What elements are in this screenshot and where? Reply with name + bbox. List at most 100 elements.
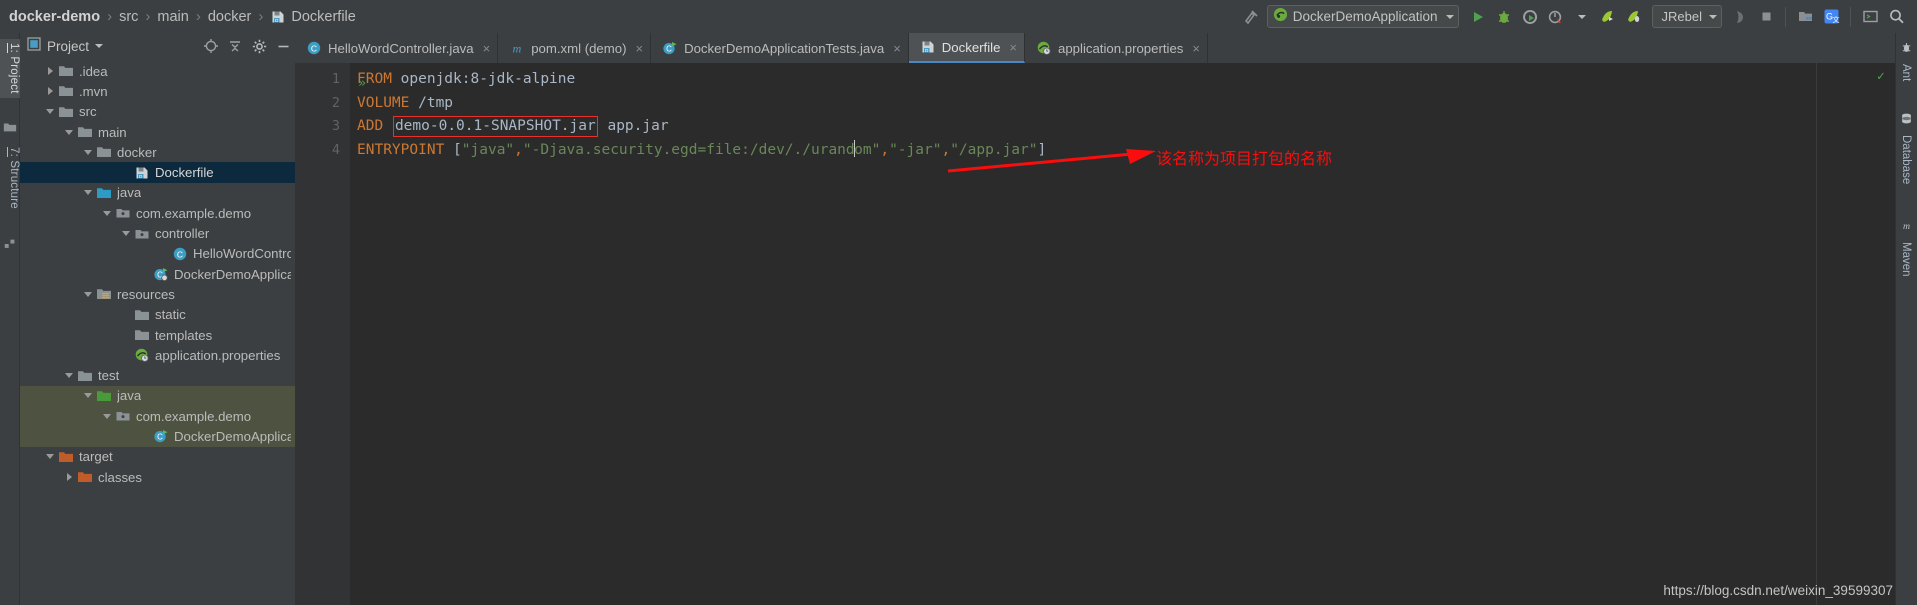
tool-tab-number: 7: <box>8 147 20 157</box>
close-icon[interactable]: × <box>483 41 491 56</box>
chevron-down-icon[interactable] <box>1709 14 1717 19</box>
tree-node-static[interactable]: static <box>20 305 295 325</box>
code-editor[interactable]: 1» 2 3 4 FROM openjdk:8-jdk-alpine VOLUME /t… <box>295 63 1895 605</box>
terminal-icon[interactable] <box>1857 4 1883 30</box>
locate-icon[interactable] <box>199 35 223 57</box>
collapse-all-icon[interactable] <box>223 35 247 57</box>
close-icon[interactable]: × <box>1192 41 1200 56</box>
left-tool-tab-structure[interactable]: 7: Structure <box>0 143 20 213</box>
tree-down-arrow-icon[interactable] <box>102 411 113 422</box>
update-app-icon[interactable] <box>1727 4 1753 30</box>
tree-down-arrow-icon[interactable] <box>83 289 94 300</box>
right-tool-tab-database[interactable]: Database <box>1895 130 1917 189</box>
tree-node--idea[interactable]: .idea <box>20 61 295 81</box>
tree-node-target[interactable]: target <box>20 447 295 467</box>
tool-tab-label: Ant <box>1900 64 1912 82</box>
code-line[interactable]: VOLUME /tmp <box>357 92 1872 116</box>
tree-down-arrow-icon[interactable] <box>102 208 113 219</box>
breadcrumb-item-main[interactable]: main <box>157 9 188 25</box>
editor-tab-hellowordcontroller-java[interactable]: C HelloWordController.java × <box>295 33 499 63</box>
tree-down-arrow-icon[interactable] <box>83 390 94 401</box>
settings-gear-icon[interactable] <box>247 35 271 57</box>
inspection-gutter[interactable]: ✓ <box>1872 63 1895 605</box>
tree-node-docker[interactable]: docker <box>20 142 295 162</box>
close-icon[interactable]: × <box>893 41 901 56</box>
profiler-icon[interactable] <box>1543 4 1569 30</box>
code-token: VOLUME <box>357 94 410 111</box>
translate-icon[interactable]: G文 <box>1818 4 1844 30</box>
stop-icon[interactable] <box>1753 4 1779 30</box>
code-line[interactable]: ADD demo-0.0.1-SNAPSHOT.jar app.jar <box>357 115 1872 139</box>
right-tool-tab-maven[interactable]: Maven <box>1895 237 1917 282</box>
tree-node-label: docker <box>117 144 157 160</box>
breadcrumb-item-src[interactable]: src <box>119 9 138 25</box>
code-token: [ <box>444 141 462 158</box>
tree-node-dockerdemoapplicationt[interactable]: C DockerDemoApplicationT <box>20 426 295 447</box>
tree-node-test[interactable]: test <box>20 365 295 385</box>
code-content[interactable]: FROM openjdk:8-jdk-alpine VOLUME /tmp ADD … <box>350 63 1872 605</box>
tree-right-arrow-icon[interactable] <box>64 472 75 483</box>
close-icon[interactable]: × <box>635 41 643 56</box>
tree-down-arrow-icon[interactable] <box>64 127 75 138</box>
tree-node-application-properties[interactable]: application.properties <box>20 345 295 365</box>
code-token: app.jar <box>598 118 669 134</box>
tree-node-hellowordcontroller[interactable]: C HelloWordController <box>20 244 295 264</box>
editor-tab-dockerdemoapplicationtests-java[interactable]: C DockerDemoApplicationTests.java × <box>651 33 909 63</box>
chevron-down-icon[interactable] <box>1445 14 1454 19</box>
chevron-down-icon[interactable] <box>95 44 104 48</box>
run-icon[interactable] <box>1465 4 1491 30</box>
project-structure-icon[interactable] <box>1792 4 1818 30</box>
tree-node-controller[interactable]: controller <box>20 223 295 243</box>
debug-icon[interactable] <box>1491 4 1517 30</box>
right-tool-tab-ant[interactable]: Ant <box>1895 59 1917 86</box>
run-coverage-icon[interactable] <box>1517 4 1543 30</box>
tree-down-arrow-icon[interactable] <box>64 370 75 381</box>
tree-down-arrow-icon[interactable] <box>45 451 56 462</box>
tree-node-dockerdemoapplication[interactable]: C DockerDemoApplication <box>20 264 295 284</box>
tree-node--mvn[interactable]: .mvn <box>20 81 295 101</box>
breadcrumb-item-docker-demo[interactable]: docker-demo <box>9 9 100 25</box>
tree-node-templates[interactable]: templates <box>20 325 295 345</box>
tree-node-com-example-demo[interactable]: com.example.demo <box>20 203 295 223</box>
tree-node-java[interactable]: java <box>20 385 295 407</box>
breadcrumb-item-dockerfile[interactable]: D Dockerfile <box>270 9 356 25</box>
hide-panel-icon[interactable] <box>271 35 295 57</box>
editor-tab-bar: C HelloWordController.java × m pom.xml (demo… <box>295 33 1895 63</box>
tree-down-arrow-icon[interactable] <box>83 147 94 158</box>
project-tree[interactable]: .idea .mvn src main docker D Dockerfile java com… <box>20 59 295 605</box>
jrebel-selector[interactable]: JRebel <box>1651 5 1722 28</box>
tree-node-main[interactable]: main <box>20 122 295 142</box>
line-number: 1» <box>295 68 366 92</box>
tree-right-arrow-icon[interactable] <box>45 66 56 77</box>
project-panel-title: Project <box>47 38 90 54</box>
build-hammer-icon[interactable] <box>1239 4 1265 30</box>
editor-tab-application-properties[interactable]: application.properties × <box>1025 33 1208 63</box>
editor-tab-dockerfile[interactable]: D Dockerfile × <box>908 33 1026 63</box>
editor-tab-pom-xml-demo-[interactable]: m pom.xml (demo) × <box>498 33 652 63</box>
line-number: 2 <box>331 94 340 111</box>
tree-node-java[interactable]: java <box>20 183 295 203</box>
jrebel-run-icon[interactable] <box>1595 4 1621 30</box>
code-line[interactable]: FROM openjdk:8-jdk-alpine <box>357 68 1872 92</box>
breadcrumb-label: src <box>119 8 139 25</box>
breadcrumb-item-docker[interactable]: docker <box>208 9 252 25</box>
tree-node-resources[interactable]: resources <box>20 284 295 304</box>
tree-right-arrow-icon[interactable] <box>45 86 56 97</box>
tree-node-classes[interactable]: classes <box>20 467 295 487</box>
search-everywhere-icon[interactable] <box>1883 4 1909 30</box>
toolbar-divider <box>1850 6 1851 27</box>
tree-down-arrow-icon[interactable] <box>121 228 132 239</box>
profiler-dropdown-icon[interactable] <box>1569 4 1595 30</box>
editor-tab-label: Dockerfile <box>941 39 1001 55</box>
tree-down-arrow-icon[interactable] <box>45 106 56 117</box>
tree-down-arrow-icon[interactable] <box>83 187 94 198</box>
tree-node-com-example-demo[interactable]: com.example.demo <box>20 406 295 427</box>
close-icon[interactable]: × <box>1009 40 1017 55</box>
tree-node-dockerfile[interactable]: D Dockerfile <box>20 162 295 183</box>
run-configuration-selector[interactable]: DockerDemoApplication <box>1266 5 1459 28</box>
left-tool-tab-project[interactable]: 1: Project <box>0 39 20 98</box>
jrebel-debug-icon[interactable] <box>1621 4 1647 30</box>
editor-tab-label: HelloWordController.java <box>328 40 474 56</box>
tree-node-src[interactable]: src <box>20 102 295 122</box>
